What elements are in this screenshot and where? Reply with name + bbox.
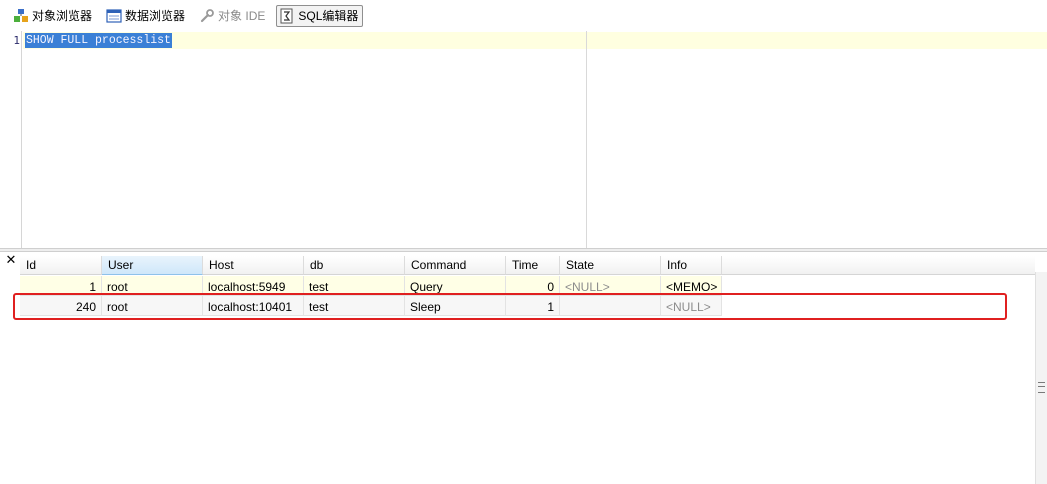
sql-editor-icon <box>279 8 295 24</box>
right-margin-guide <box>586 31 587 248</box>
toolbar: 对象浏览器 数据浏览器 对象 IDE SQL编辑器 <box>0 0 1047 31</box>
annotation-highlight-box <box>13 293 1007 320</box>
object-ide-button[interactable]: 对象 IDE <box>196 5 270 27</box>
object-browser-icon <box>13 8 29 24</box>
results-panel: ✕ Id User Host db Command Time State Inf… <box>0 252 1047 484</box>
column-header-command[interactable]: Command <box>405 256 506 275</box>
column-header-state[interactable]: State <box>560 256 661 275</box>
data-browser-icon <box>106 8 122 24</box>
current-line-highlight <box>23 32 1047 49</box>
header-filler <box>722 256 1035 275</box>
vertical-scrollbar[interactable] <box>1035 272 1047 484</box>
close-results-icon[interactable]: ✕ <box>5 253 17 267</box>
data-browser-label: 数据浏览器 <box>125 9 186 23</box>
line-number-gutter: 1 <box>0 31 22 248</box>
results-grid: Id User Host db Command Time State Info … <box>20 256 1035 484</box>
column-header-host[interactable]: Host <box>203 256 304 275</box>
line-number: 1 <box>13 34 20 47</box>
column-header-user[interactable]: User <box>102 256 203 275</box>
column-header-db[interactable]: db <box>304 256 405 275</box>
scrollbar-grip-icon[interactable] <box>1038 382 1045 393</box>
object-browser-button[interactable]: 对象浏览器 <box>10 5 97 27</box>
data-browser-button[interactable]: 数据浏览器 <box>103 5 190 27</box>
sql-editor-label: SQL编辑器 <box>298 9 359 23</box>
wrench-icon <box>199 8 215 24</box>
column-header-id[interactable]: Id <box>20 256 102 275</box>
object-ide-label: 对象 IDE <box>218 9 266 23</box>
column-header-time[interactable]: Time <box>506 256 560 275</box>
object-browser-label: 对象浏览器 <box>32 9 93 23</box>
column-header-info[interactable]: Info <box>661 256 722 275</box>
sql-editor-button[interactable]: SQL编辑器 <box>276 4 364 27</box>
sql-editor[interactable]: 1 SHOW FULL processlist <box>0 31 1047 248</box>
sql-code-selected[interactable]: SHOW FULL processlist <box>25 33 172 48</box>
